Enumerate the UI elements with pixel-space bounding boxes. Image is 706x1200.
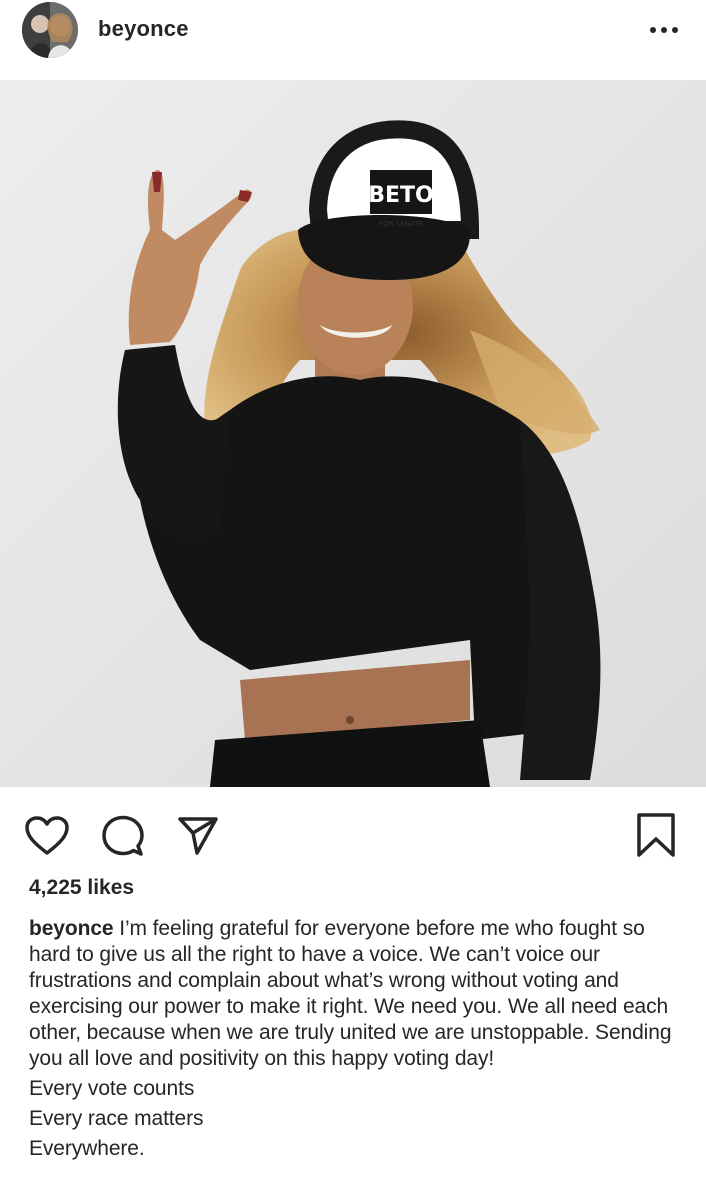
caption-username[interactable]: beyonce [29, 917, 114, 940]
caption: beyonce I’m feeling grateful for everyon… [29, 916, 679, 1162]
caption-line: Every race matters [29, 1107, 204, 1130]
more-icon[interactable] [646, 20, 682, 40]
caption-line: Everywhere. [29, 1137, 145, 1160]
likes-count[interactable]: 4,225 likes [29, 876, 134, 900]
post-header: beyonce [0, 0, 706, 80]
action-bar [0, 787, 706, 877]
caption-line: Every vote counts [29, 1077, 195, 1100]
caption-text: I’m feeling grateful for everyone before… [29, 917, 672, 1070]
cap-logo-subtext: FOR SENATE [379, 220, 423, 228]
post-photo[interactable]: BETO FOR SENATE [0, 80, 706, 787]
avatar[interactable] [22, 2, 78, 58]
paper-plane-icon[interactable] [176, 813, 220, 857]
heart-icon[interactable] [24, 815, 70, 857]
comment-icon[interactable] [101, 814, 145, 858]
cap-logo-text: BETO [368, 183, 434, 208]
username[interactable]: beyonce [98, 16, 189, 42]
bookmark-icon[interactable] [634, 811, 678, 859]
